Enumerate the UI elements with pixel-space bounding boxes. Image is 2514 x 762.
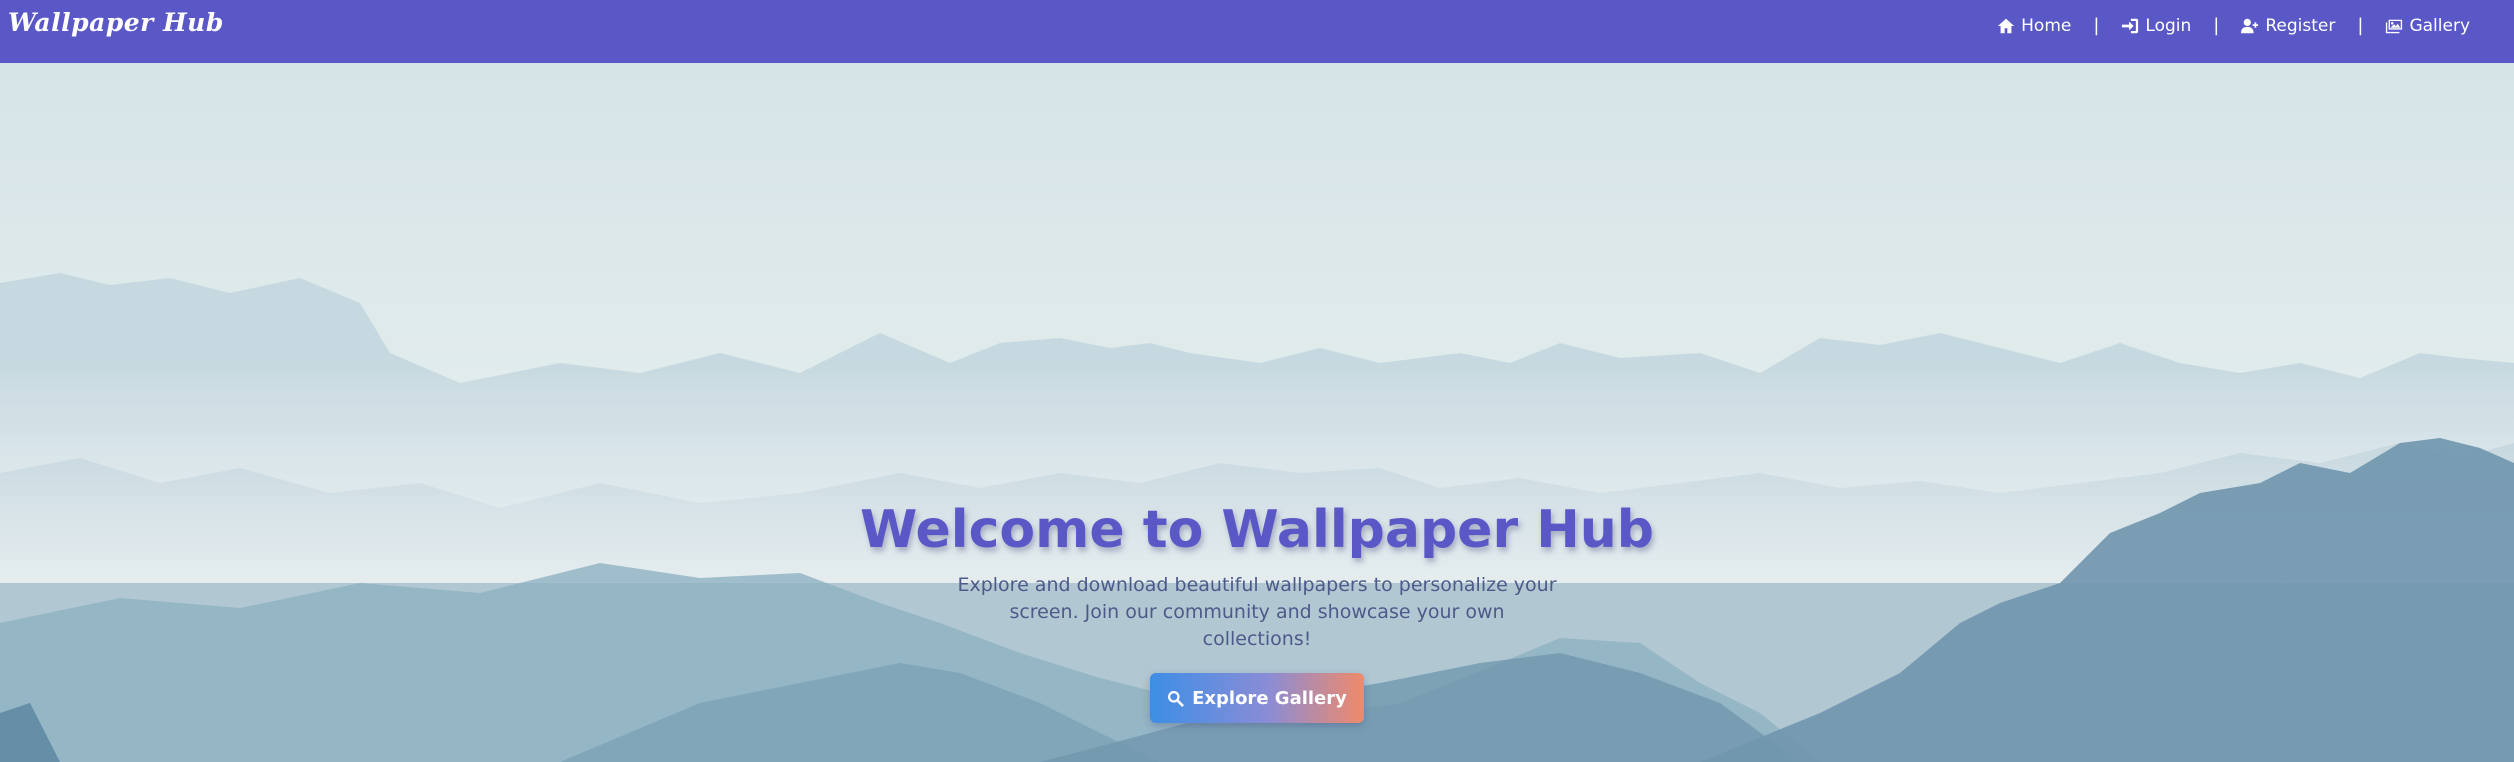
explore-gallery-button[interactable]: Explore Gallery	[1150, 673, 1364, 723]
user-plus-icon	[2241, 18, 2259, 33]
nav-links: Home | Login | Register | Gallery	[1997, 0, 2470, 51]
search-icon	[1168, 690, 1184, 707]
nav-separator: |	[2213, 15, 2220, 36]
nav-register-label: Register	[2265, 15, 2336, 36]
nav-gallery-link[interactable]: Gallery	[2385, 16, 2470, 36]
nav-register-link[interactable]: Register	[2241, 16, 2335, 36]
nav-gallery-label: Gallery	[2409, 15, 2470, 36]
nav-separator: |	[2357, 15, 2364, 36]
nav-separator: |	[2093, 15, 2100, 36]
nav-home-label: Home	[2021, 15, 2072, 36]
nav-login-label: Login	[2145, 15, 2192, 36]
navbar: Wallpaper Hub Home | Login | Register | …	[0, 0, 2514, 63]
home-icon	[1998, 18, 2015, 33]
hero-subtitle: Explore and download beautiful wallpaper…	[957, 574, 1557, 650]
hero-text-block: Welcome to Wallpaper Hub Explore and dow…	[0, 440, 2514, 723]
hero-title: Welcome to Wallpaper Hub	[860, 500, 1654, 560]
brand-logo[interactable]: Wallpaper Hub	[8, 8, 224, 37]
nav-login-link[interactable]: Login	[2121, 16, 2191, 36]
nav-home-link[interactable]: Home	[1997, 16, 2071, 36]
images-icon	[2386, 19, 2403, 33]
sign-in-icon	[2122, 18, 2139, 33]
explore-gallery-label: Explore Gallery	[1192, 687, 1347, 709]
